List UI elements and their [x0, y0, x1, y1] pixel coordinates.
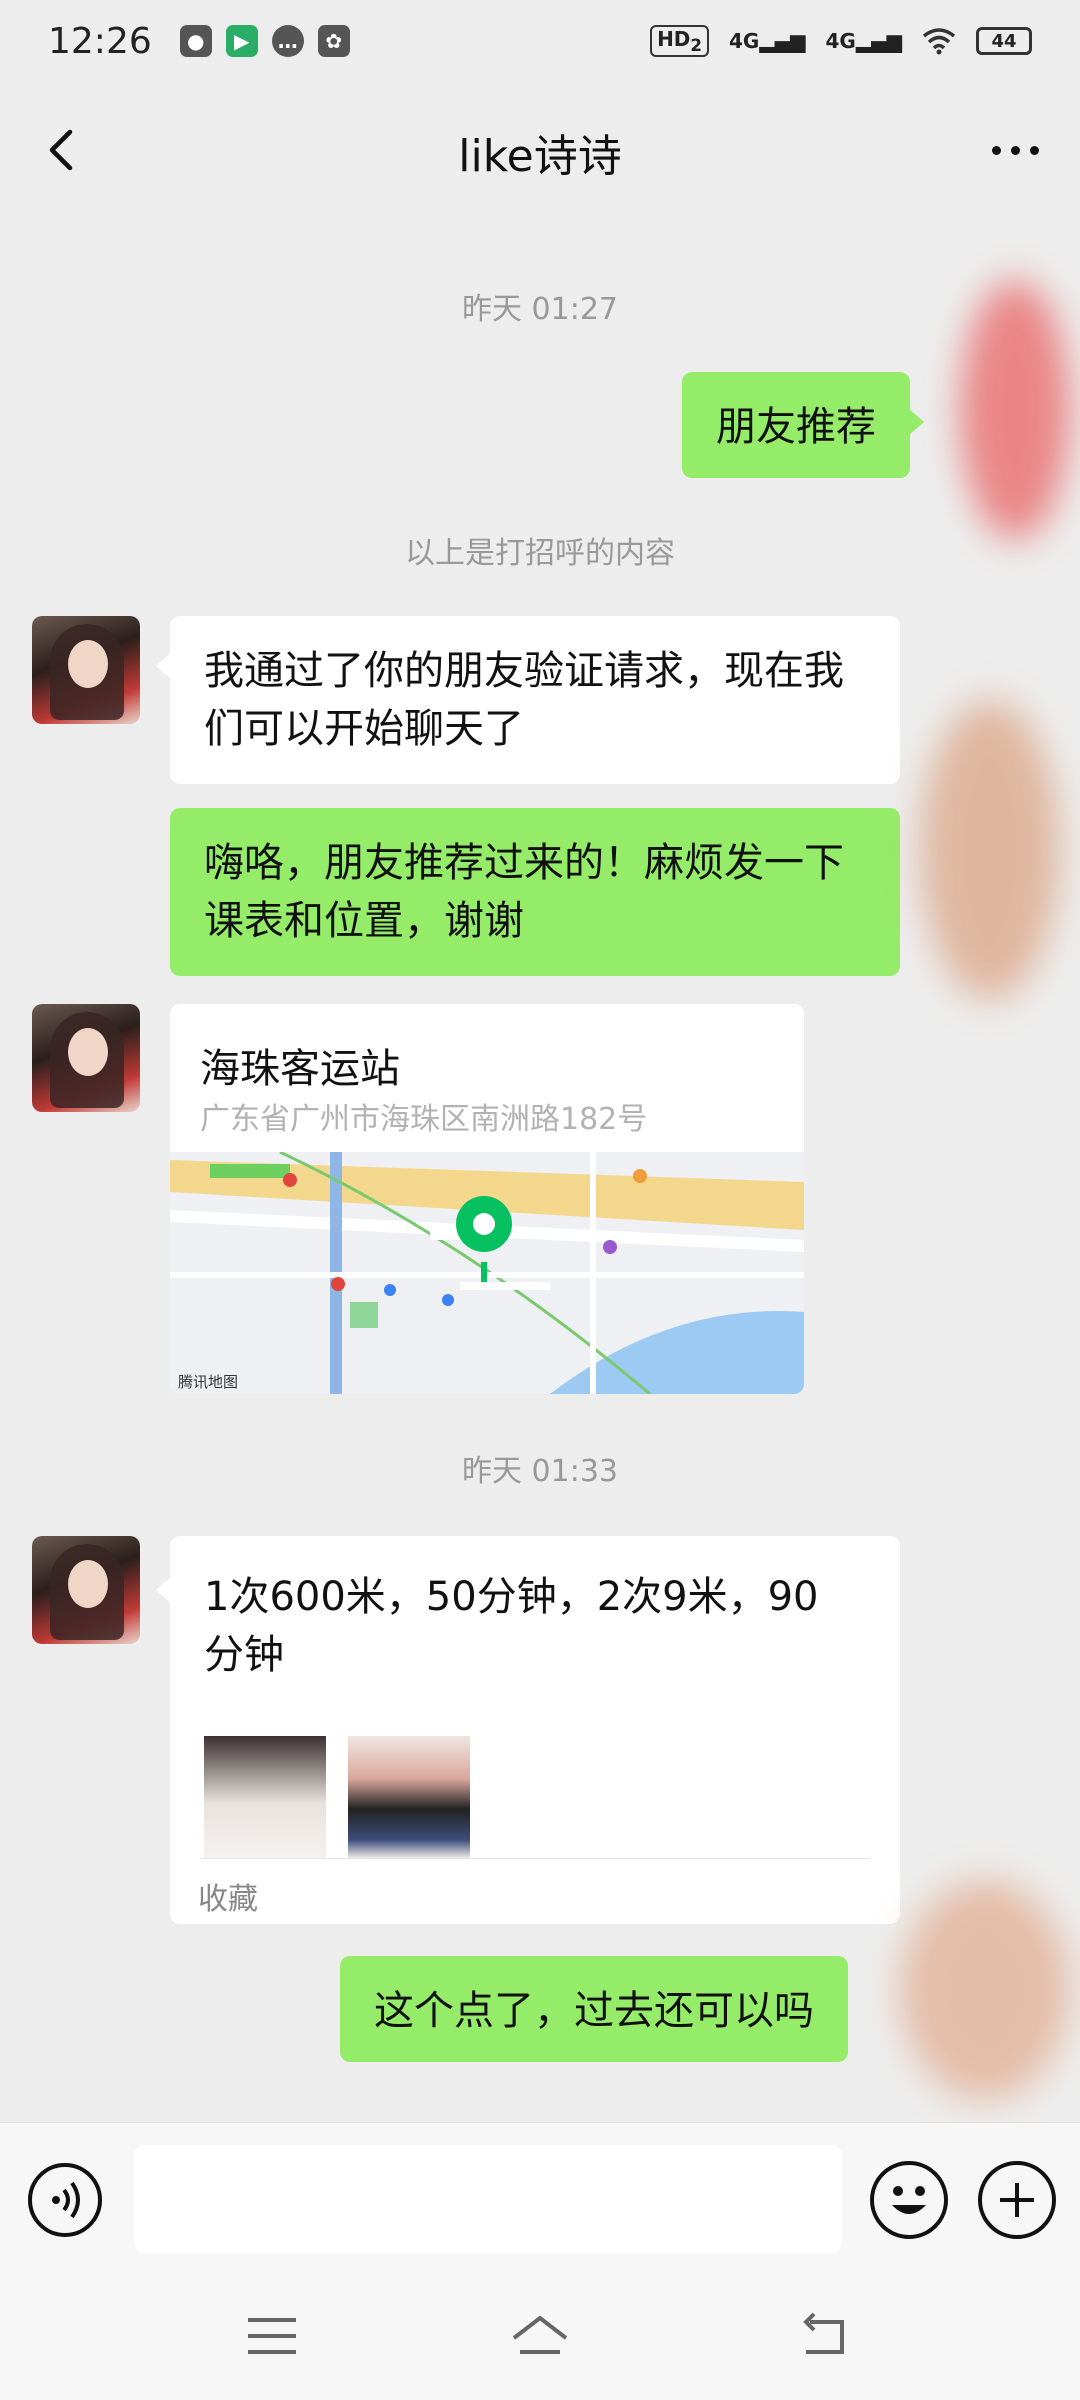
- status-time: 12:26: [48, 20, 152, 62]
- status-indicators: HD2 4G▂▄▆ 4G▂▄▆ 44: [650, 25, 1032, 57]
- more-dot-icon: [1010, 145, 1020, 155]
- emoji-button[interactable]: [870, 2161, 948, 2239]
- location-message-card[interactable]: 海珠客运站 广东省广州市海珠区南洲路182号 腾讯地图: [170, 1004, 804, 1394]
- plus-icon: [1000, 2183, 1034, 2217]
- favorite-source-label: 收藏: [198, 1882, 258, 1917]
- sent-message-bubble[interactable]: 朋友推荐: [682, 372, 924, 478]
- status-bar: 12:26 ● ▶ … ✿ HD2 4G▂▄▆ 4G▂▄▆ 44: [0, 0, 1080, 82]
- status-app-icons: ● ▶ … ✿: [179, 25, 350, 57]
- iqiyi-notification-icon: ▶: [225, 25, 258, 57]
- signal-1-icon: 4G▂▄▆: [729, 29, 806, 53]
- map-credit: 腾讯地图: [178, 1373, 239, 1391]
- smudge-overlay: [920, 700, 1060, 1000]
- more-dot-icon: [991, 145, 1001, 155]
- wifi-icon: [922, 28, 956, 55]
- battery-icon: 44: [976, 27, 1032, 55]
- divider: [200, 1858, 870, 1859]
- paw-notification-icon: ✿: [317, 25, 350, 57]
- more-dot-icon: [1029, 145, 1039, 155]
- more-functions-button[interactable]: [978, 2161, 1056, 2239]
- system-note: 以上是打招呼的内容: [405, 536, 675, 571]
- received-message-bubble[interactable]: 我通过了你的朋友验证请求，现在我们可以开始聊天了: [156, 616, 900, 784]
- smudge-overlay: [900, 1880, 1070, 2100]
- location-name: 海珠客运站: [200, 1046, 400, 1092]
- more-options-button[interactable]: [980, 118, 1050, 182]
- favorite-text: 1次600米，50分钟，2次9米，90分钟: [204, 1574, 819, 1678]
- menu-nav-button[interactable]: [240, 2308, 304, 2364]
- voice-input-button[interactable]: [28, 2163, 102, 2237]
- back-button[interactable]: [30, 118, 94, 182]
- sent-message-bubble[interactable]: 嗨咯，朋友推荐过来的！麻烦发一下课表和位置，谢谢: [170, 808, 900, 976]
- input-bar: [0, 2122, 1080, 2274]
- chat-header: like诗诗: [0, 82, 1080, 222]
- contact-avatar[interactable]: [32, 1004, 140, 1112]
- favorite-image-thumbnail[interactable]: [204, 1736, 326, 1858]
- home-nav-button[interactable]: [508, 2308, 572, 2364]
- favorite-image-thumbnail[interactable]: [348, 1736, 470, 1858]
- back-nav-button[interactable]: [792, 2308, 856, 2364]
- timestamp: 昨天 01:27: [462, 292, 618, 327]
- wechat-notification-icon: ●: [179, 25, 212, 57]
- signal-2-icon: 4G▂▄▆: [825, 29, 903, 53]
- voice-icon: [52, 2181, 80, 2219]
- contact-avatar[interactable]: [32, 616, 140, 724]
- location-map: [170, 1152, 804, 1394]
- message-input[interactable]: [134, 2145, 842, 2253]
- favorite-message-card[interactable]: 1次600米，50分钟，2次9米，90分钟 收藏: [156, 1536, 900, 1924]
- sent-message-bubble[interactable]: 这个点了，过去还可以吗: [340, 1956, 848, 2062]
- hd-voice-icon: HD2: [650, 25, 709, 57]
- system-navigation-bar: [0, 2274, 1080, 2400]
- timestamp: 昨天 01:33: [462, 1454, 618, 1489]
- smiley-icon: [892, 2186, 926, 2214]
- chat-title: like诗诗: [458, 131, 622, 182]
- message-notification-icon: …: [271, 25, 304, 57]
- location-address: 广东省广州市海珠区南洲路182号: [200, 1102, 648, 1137]
- smudge-overlay: [960, 280, 1070, 540]
- contact-avatar[interactable]: [32, 1536, 140, 1644]
